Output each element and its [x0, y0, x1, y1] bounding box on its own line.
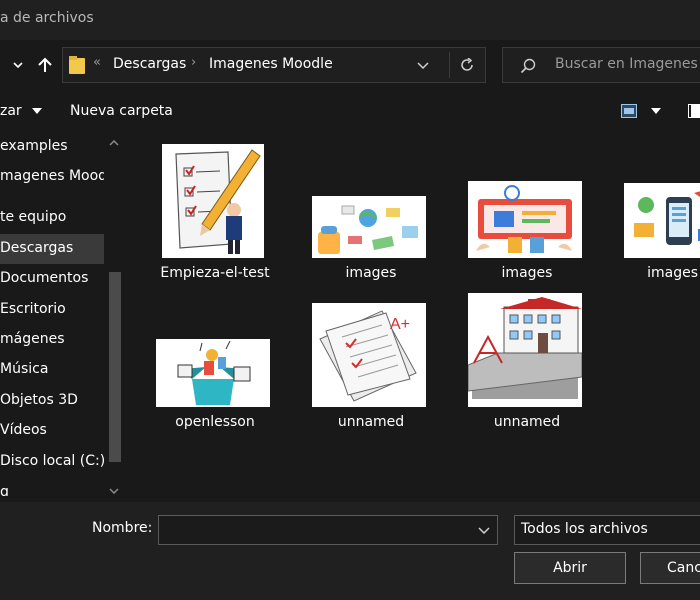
nav-item-musica[interactable]: Música: [0, 355, 104, 385]
nav-item-documentos[interactable]: Documentos: [0, 264, 104, 294]
file-name: Empieza-el-test: [160, 265, 270, 281]
nav-item-partial[interactable]: d: [0, 488, 104, 502]
view-options-icon[interactable]: [620, 103, 638, 119]
file-item[interactable]: images: [452, 132, 602, 292]
school-building-image: [467, 293, 583, 407]
nav-item-este-equipo[interactable]: te equipo: [0, 203, 104, 233]
file-type-select[interactable]: Todos los archivos: [514, 515, 700, 545]
nav-item-escritorio[interactable]: Escritorio: [0, 295, 104, 325]
file-item[interactable]: A+ unnamed: [296, 302, 446, 452]
recent-locations-chevron-icon[interactable]: [8, 56, 28, 74]
organize-label: zar: [0, 103, 22, 119]
file-name-label: Nombre:: [92, 520, 153, 536]
breadcrumb-imagenes-moodle[interactable]: Imagenes Moodle: [209, 56, 333, 72]
nav-item-disco-local[interactable]: Disco local (C:): [0, 447, 104, 477]
address-history-chevron-icon[interactable]: [415, 58, 431, 72]
search-placeholder: Buscar en Imagenes M: [555, 56, 700, 72]
view-dropdown-icon[interactable]: [650, 106, 662, 116]
file-list: Empieza-el-test images images images ope…: [126, 132, 700, 502]
file-name: unnamed: [337, 414, 405, 430]
refresh-icon[interactable]: [449, 52, 483, 78]
breadcrumb-separator[interactable]: ›: [191, 55, 196, 70]
nav-item-descargas[interactable]: Descargas: [0, 234, 104, 264]
search-icon: [519, 57, 537, 75]
online-learning-image: [468, 181, 582, 258]
file-name: images: [345, 265, 397, 281]
file-item[interactable]: Empieza-el-test: [140, 132, 290, 292]
file-item[interactable]: openlesson: [140, 302, 290, 452]
checklist-pencil-image: [162, 144, 264, 258]
breadcrumb-descargas[interactable]: Descargas: [113, 56, 186, 72]
scroll-down-icon[interactable]: [109, 486, 119, 497]
organize-menu-button[interactable]: zar: [0, 103, 43, 119]
scrollbar-thumb[interactable]: [109, 272, 121, 462]
folder-icon: [69, 56, 85, 74]
education-illustration-image: [312, 196, 426, 258]
nav-item-videos[interactable]: Vídeos: [0, 416, 104, 446]
title-bar: a de archivos: [0, 0, 700, 40]
search-box[interactable]: Buscar en Imagenes M: [502, 47, 700, 83]
overflow-marker[interactable]: «: [93, 55, 101, 70]
open-button[interactable]: Abrir: [514, 552, 626, 584]
file-name-field[interactable]: [158, 515, 498, 545]
svg-text:A+: A+: [390, 316, 410, 333]
window-title: a de archivos: [0, 10, 94, 26]
file-item[interactable]: images: [608, 132, 700, 292]
nav-scrollbar[interactable]: [104, 132, 126, 502]
file-name: openlesson: [175, 414, 255, 430]
nav-item-imagenes[interactable]: mágenes: [0, 325, 104, 355]
mobile-learning-image: [624, 183, 700, 258]
nav-item-imagenes-moodle[interactable]: magenes Mood: [0, 162, 104, 192]
file-item[interactable]: images: [296, 132, 446, 292]
up-arrow-icon[interactable]: [34, 53, 56, 77]
file-item[interactable]: unnamed: [452, 293, 602, 452]
file-name: images: [501, 265, 553, 281]
nav-item-examples[interactable]: examples: [0, 132, 104, 162]
graded-exam-image: A+: [312, 303, 426, 407]
address-bar[interactable]: « Descargas › Imagenes Moodle: [62, 47, 486, 83]
scroll-up-icon[interactable]: [109, 138, 119, 149]
organize-dropdown-icon: [32, 108, 43, 114]
preview-pane-icon[interactable]: [688, 103, 700, 119]
cancel-button[interactable]: Canc: [640, 552, 700, 584]
file-name: images: [647, 265, 698, 281]
file-type-value: Todos los archivos: [521, 521, 648, 537]
nav-item-objetos-3d[interactable]: Objetos 3D: [0, 386, 104, 416]
open-box-image: [156, 339, 270, 407]
file-name-dropdown-icon[interactable]: [477, 525, 491, 535]
new-folder-button[interactable]: Nueva carpeta: [70, 103, 173, 119]
file-name: unnamed: [493, 414, 561, 430]
